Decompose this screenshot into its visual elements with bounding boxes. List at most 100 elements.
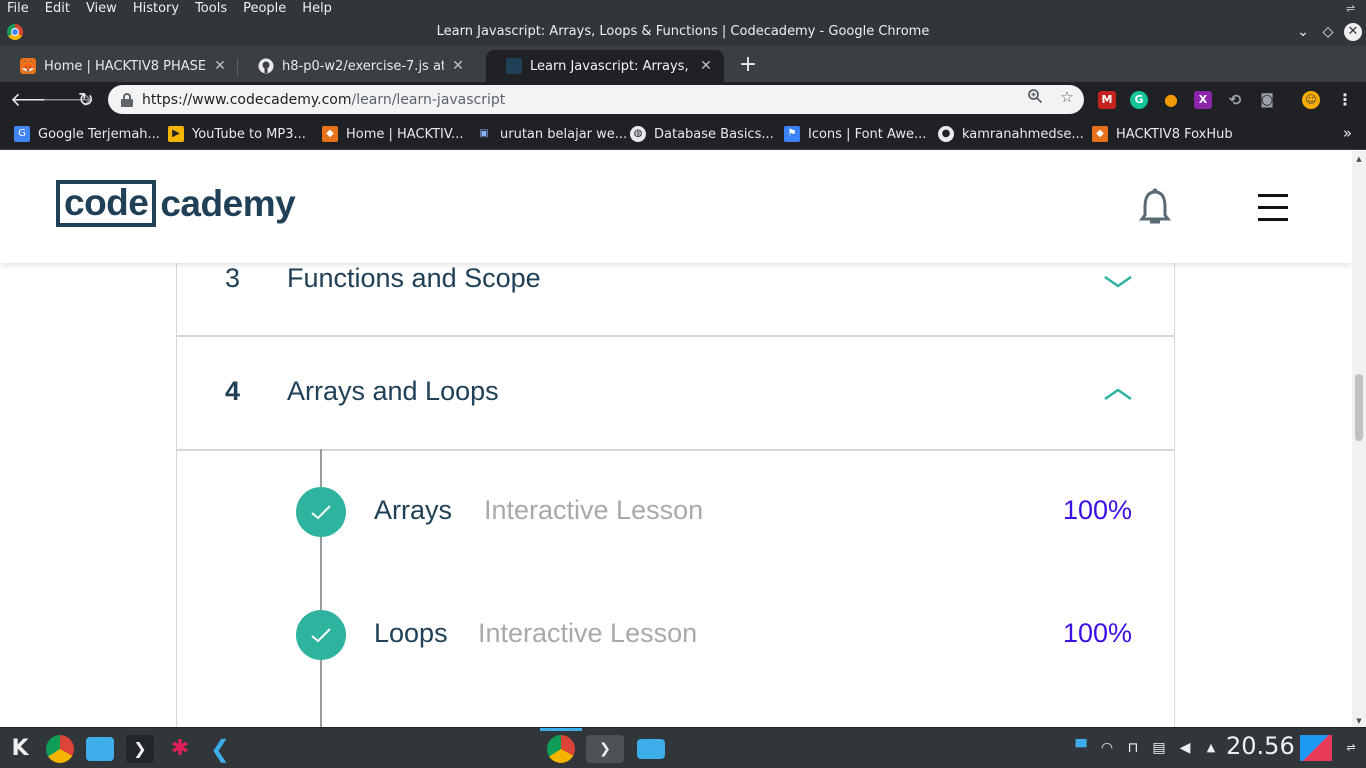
tab-github-exercise[interactable]: h8-p0-w2/exercise-7.js at mas ✕ <box>238 50 476 82</box>
google-translate-icon: G <box>14 126 30 142</box>
tab-label: h8-p0-w2/exercise-7.js at mas <box>282 58 444 74</box>
clock[interactable]: 20.56 <box>1226 732 1295 760</box>
tray-expand-icon[interactable]: ▲ <box>1202 738 1220 758</box>
bookmark-label: Google Terjemah... <box>38 126 160 142</box>
show-desktop-icon[interactable] <box>1300 735 1332 761</box>
codecademy-logo[interactable]: code cademy <box>56 180 296 227</box>
app-menubar: File Edit View History Tools People Help… <box>0 0 1366 18</box>
extension-x-icon[interactable]: X <box>1194 91 1212 109</box>
browser-toolbar: 🡐 🡒 ↻ https://www.codecademy.com/learn/l… <box>0 82 1366 118</box>
forward-button[interactable]: 🡒 <box>42 88 93 112</box>
bookmark-label: kamranahmedse... <box>962 126 1084 142</box>
bookmark-hacktiv8-home[interactable]: ◆ Home | HACKTIV... <box>322 124 463 144</box>
chevron-up-icon[interactable] <box>1103 385 1133 403</box>
tab-close-icon[interactable]: ✕ <box>450 58 466 74</box>
scroll-up-icon[interactable]: ▲ <box>1355 155 1363 163</box>
bookmark-google-translate[interactable]: G Google Terjemah... <box>14 124 160 144</box>
window-titlebar: Learn Javascript: Arrays, Loops & Functi… <box>0 18 1366 46</box>
bookmark-label: YouTube to MP3... <box>192 126 306 142</box>
lesson-progress: 100% <box>1062 618 1132 648</box>
lesson-type: Interactive Lesson <box>478 618 698 648</box>
bookmark-star-icon[interactable]: ☆ <box>1058 88 1076 106</box>
menu-help[interactable]: Help <box>294 0 340 18</box>
course-syllabus: 3 Functions and Scope 4 Arrays and Loops… <box>176 211 1175 727</box>
tab-close-icon[interactable]: ✕ <box>698 58 714 74</box>
vscode-icon[interactable]: ❮ <box>206 735 234 763</box>
extension-m-icon[interactable]: M <box>1098 91 1116 109</box>
grammarly-icon[interactable]: G <box>1130 91 1148 109</box>
notification-bell-icon[interactable] <box>1139 187 1171 227</box>
slack-icon[interactable]: ✱ <box>166 735 194 763</box>
camera-icon[interactable]: ◙ <box>1258 91 1276 109</box>
chrome-menu-icon[interactable]: ⋮ <box>1336 91 1354 109</box>
logo-boxed-text: code <box>56 180 157 227</box>
kde-launcher-icon[interactable]: K <box>6 735 34 763</box>
file-manager-task-icon[interactable] <box>637 739 665 759</box>
menu-people[interactable]: People <box>235 0 294 18</box>
menu-history[interactable]: History <box>125 0 187 18</box>
file-manager-icon[interactable] <box>86 737 114 761</box>
site-header: code cademy <box>0 151 1352 263</box>
bookmark-urutan-belajar[interactable]: ▣ urutan belajar we... <box>476 124 627 144</box>
clipboard-icon[interactable]: ▤ <box>1150 738 1168 758</box>
panel-settings-icon[interactable]: ⇌ <box>1342 738 1360 758</box>
notification-icon[interactable]: ▀ <box>1072 738 1090 758</box>
menu-tools[interactable]: Tools <box>187 0 235 18</box>
scroll-down-icon[interactable]: ▼ <box>1355 717 1363 725</box>
tab-label: Learn Javascript: Arrays, Loop <box>530 58 692 74</box>
terminal-task-icon[interactable]: ❯ <box>586 735 624 763</box>
lesson-progress: 100% <box>1062 495 1132 525</box>
chrome-launcher-icon[interactable] <box>46 735 74 763</box>
tab-hacktiv8-home[interactable]: 🦊 Home | HACKTIV8 PHASE 0 D ✕ <box>0 50 238 82</box>
lock-tray-icon[interactable]: ⊓ <box>1124 738 1142 758</box>
history-extension-icon[interactable]: ⟲ <box>1226 91 1244 109</box>
minimize-icon[interactable]: ⌄ <box>1292 18 1314 46</box>
section-number: 3 <box>225 263 241 293</box>
logo-rest-text: cademy <box>160 182 296 224</box>
lesson-name: Loops <box>374 618 448 648</box>
menu-view[interactable]: View <box>78 0 125 18</box>
wifi-icon[interactable]: ◠ <box>1098 738 1116 758</box>
section-arrays-and-loops[interactable]: 4 Arrays and Loops <box>177 337 1174 451</box>
bookmark-database-basics[interactable]: ◍ Database Basics... <box>630 124 774 144</box>
url-path: /learn/learn-javascript <box>351 91 506 108</box>
profile-avatar-icon[interactable]: ☺ <box>1302 91 1320 109</box>
flag-icon: ⚑ <box>784 126 800 142</box>
lesson-loops[interactable]: Loops Interactive Lesson 100% <box>177 610 1174 660</box>
menubar-settings-icon[interactable]: ⇌ <box>1346 2 1360 16</box>
bookmark-youtube-mp3[interactable]: ▶ YouTube to MP3... <box>168 124 306 144</box>
tab-strip: 🦊 Home | HACKTIV8 PHASE 0 D ✕ h8-p0-w2/e… <box>0 46 1366 82</box>
github-favicon-icon <box>258 58 274 74</box>
bookmark-kamranahmedse[interactable]: ● kamranahmedse... <box>938 124 1084 144</box>
lesson-arrays[interactable]: Arrays Interactive Lesson 100% <box>177 487 1174 537</box>
lock-icon[interactable] <box>120 92 134 107</box>
back-button[interactable]: 🡐 <box>10 88 61 112</box>
volume-icon[interactable]: ◀ <box>1176 738 1194 758</box>
bookmark-label: Home | HACKTIV... <box>346 126 464 142</box>
chrome-task-icon[interactable] <box>547 735 575 763</box>
section-number: 4 <box>225 376 241 406</box>
menu-file[interactable]: File <box>0 0 37 18</box>
address-bar[interactable]: https://www.codecademy.com/learn/learn-j… <box>108 85 1084 114</box>
hamburger-menu-icon[interactable] <box>1258 194 1288 222</box>
reload-button[interactable]: ↻ <box>74 88 98 112</box>
section-title: Arrays and Loops <box>287 376 499 406</box>
page-scrollbar[interactable]: ▲ ▼ <box>1352 151 1366 727</box>
url-host: https://www.codecademy.com <box>142 91 352 108</box>
bookmarks-overflow-icon[interactable]: » <box>1343 124 1352 142</box>
section-title: Functions and Scope <box>287 263 541 293</box>
tab-codecademy[interactable]: Learn Javascript: Arrays, Loop ✕ <box>486 50 724 82</box>
bookmark-foxhub[interactable]: ◆ HACKTIV8 FoxHub <box>1092 124 1233 144</box>
menu-edit[interactable]: Edit <box>37 0 78 18</box>
extension-drop-icon[interactable]: ● <box>1162 91 1180 109</box>
chevron-down-icon[interactable] <box>1103 273 1133 291</box>
window-close-icon[interactable]: ✕ <box>1344 23 1362 41</box>
tab-close-icon[interactable]: ✕ <box>212 58 228 74</box>
zoom-icon[interactable] <box>1026 88 1044 106</box>
bookmark-font-awesome[interactable]: ⚑ Icons | Font Awe... <box>784 124 926 144</box>
scrollbar-thumb[interactable] <box>1355 374 1363 441</box>
new-tab-button[interactable]: + <box>736 54 760 78</box>
maximize-icon[interactable]: ◇ <box>1317 18 1339 46</box>
terminal-icon[interactable]: ❯ <box>126 735 154 763</box>
desktop-taskbar: K ❯ ✱ ❮ ❯ ▀ ◠ ⊓ ▤ ◀ ▲ 20.56 ⇌ <box>0 727 1366 768</box>
